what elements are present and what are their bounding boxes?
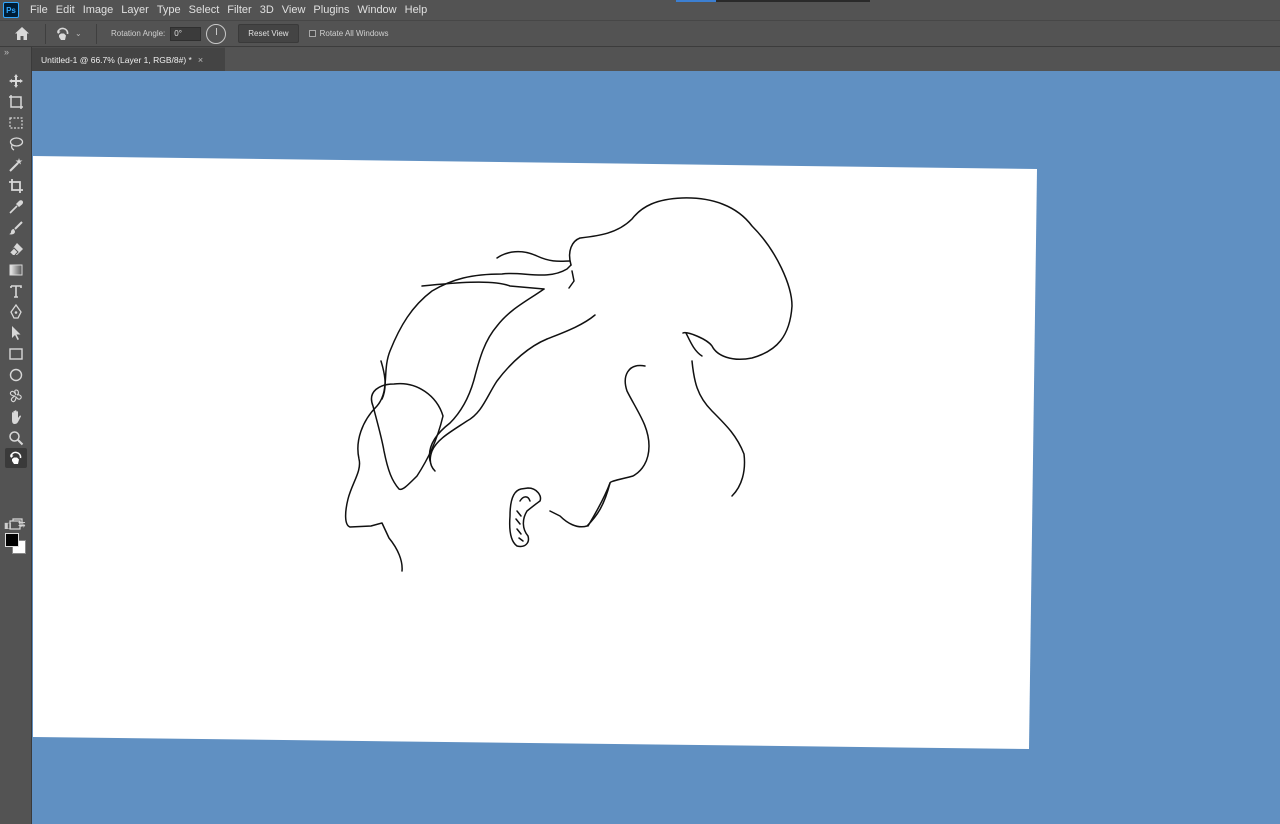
custom-shape-icon [9,389,22,403]
pen-icon [10,304,22,319]
screen-mode-button[interactable] [5,514,27,534]
menu-window[interactable]: Window [354,0,401,20]
magic-wand-tool[interactable] [5,155,27,175]
photoshop-logo-icon: Ps [3,2,19,18]
screen-mode-icon [9,518,23,530]
window-title-strip [676,0,870,2]
rectangle-shape-icon [9,348,23,360]
document-tab-bar: Untitled-1 @ 66.7% (Layer 1, RGB/8#) * × [32,47,1280,71]
workspace[interactable] [32,71,1280,824]
artboard-tool[interactable] [5,92,27,112]
menu-plugins[interactable]: Plugins [309,0,353,20]
gradient-icon [9,264,23,276]
hand-tool[interactable] [5,407,27,427]
menu-type[interactable]: Type [153,0,185,20]
menu-bar: Ps File Edit Image Layer Type Select Fil… [0,0,1280,20]
move-tool-icon [9,74,23,88]
home-icon [15,27,29,40]
hand-icon [12,410,22,424]
crop-tool[interactable] [5,176,27,196]
rotation-angle-input[interactable] [170,26,202,41]
menu-select[interactable]: Select [185,0,224,20]
ellipse-tool[interactable] [5,365,27,385]
move-tool[interactable] [5,71,27,91]
custom-shape-tool[interactable] [5,386,27,406]
home-button[interactable] [5,21,39,46]
document-tab[interactable]: Untitled-1 @ 66.7% (Layer 1, RGB/8#) * × [32,47,225,71]
rectangular-marquee-icon [9,117,23,129]
rotation-angle-label: Rotation Angle: [111,29,166,38]
lasso-icon [9,137,24,151]
zoom-icon [9,431,24,446]
foreground-color-swatch[interactable] [5,533,19,547]
brush-tool[interactable] [5,218,27,238]
rotation-dial[interactable] [206,23,227,44]
type-icon [10,285,22,298]
eyedropper-tool[interactable] [5,197,27,217]
options-bar: ⌄ Rotation Angle: Reset View Rotate All … [0,20,1280,47]
ellipse-shape-icon [9,368,23,382]
tools-panel: » ◧ ⇆ [0,47,32,824]
crop-icon [9,179,23,193]
document-canvas [33,156,1037,749]
document-tab-title: Untitled-1 @ 66.7% (Layer 1, RGB/8#) * [41,54,192,65]
eraser-icon [9,243,23,256]
menu-help[interactable]: Help [401,0,432,20]
zoom-tool[interactable] [5,428,27,448]
menu-edit[interactable]: Edit [52,0,79,20]
chevron-down-icon: ⌄ [75,29,82,38]
magic-wand-icon [9,158,23,172]
rotate-all-windows-label: Rotate All Windows [319,29,389,38]
type-tool[interactable] [5,281,27,301]
rotate-view-tool[interactable] [5,448,27,468]
pen-tool[interactable] [5,302,27,322]
brush-icon [9,221,23,235]
menu-layer[interactable]: Layer [117,0,153,20]
path-selection-icon [12,326,21,340]
panel-collapse-icon[interactable]: » [4,47,9,57]
close-icon[interactable]: × [198,55,203,65]
eyedropper-icon [9,200,24,214]
menu-image[interactable]: Image [79,0,118,20]
rectangle-tool[interactable] [5,344,27,364]
eraser-tool[interactable] [5,239,27,259]
lasso-tool[interactable] [5,134,27,154]
options-separator [45,23,46,44]
menu-file[interactable]: File [26,0,52,20]
options-separator [96,23,97,44]
reset-view-button[interactable]: Reset View [238,24,299,43]
rotate-all-windows-checkbox[interactable] [308,30,316,37]
menu-3d[interactable]: 3D [256,0,278,20]
gradient-tool[interactable] [5,260,27,280]
canvas-view[interactable] [32,71,1280,824]
menu-filter[interactable]: Filter [223,0,255,20]
artboard-tool-icon [9,95,23,109]
path-selection-tool[interactable] [5,323,27,343]
rectangular-marquee-tool[interactable] [5,113,27,133]
rotate-view-icon [57,27,69,40]
tool-preset-picker[interactable]: ⌄ [54,26,90,42]
window-title-highlight [676,0,716,2]
rotate-view-icon [10,451,22,464]
menu-view[interactable]: View [278,0,310,20]
